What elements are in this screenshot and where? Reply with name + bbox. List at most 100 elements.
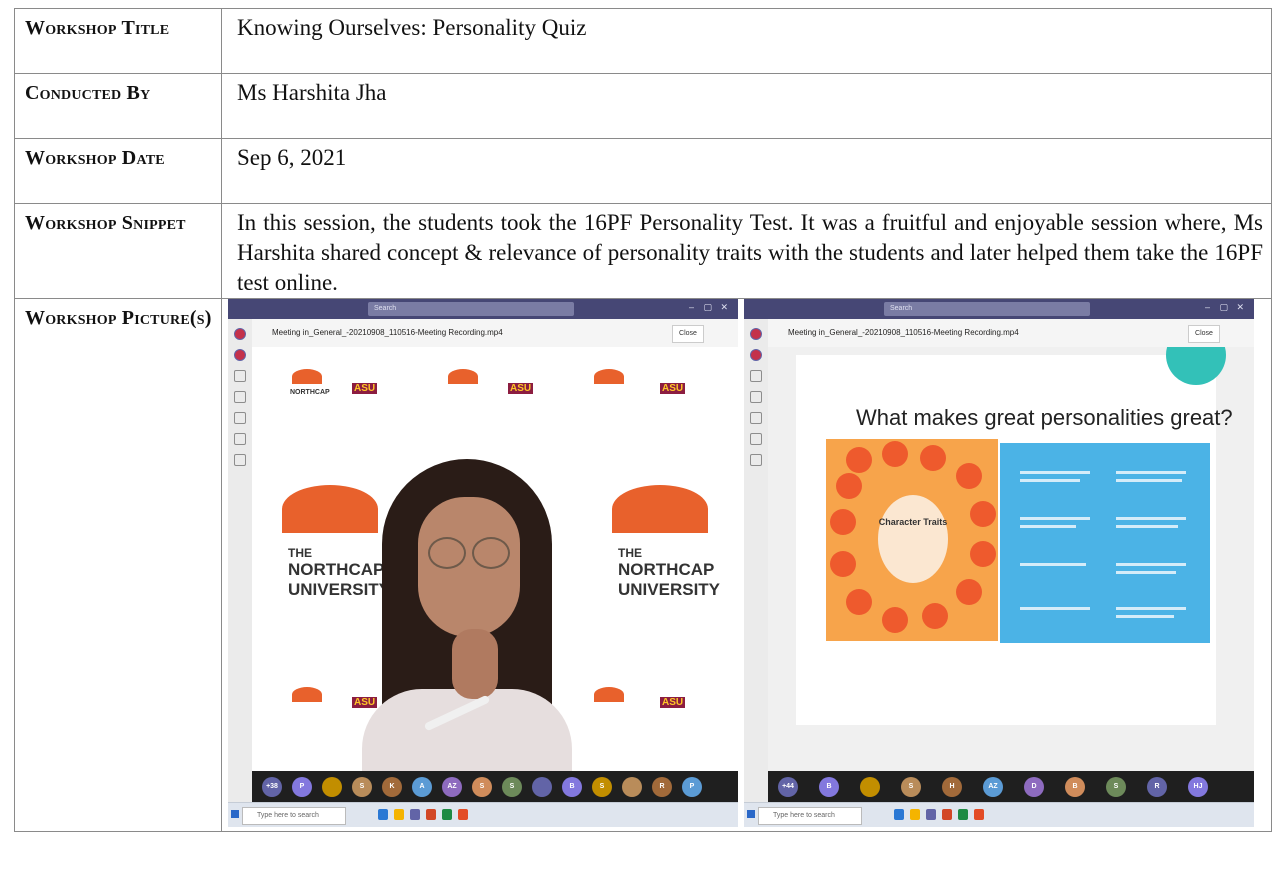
ncu-the: THE <box>618 546 642 560</box>
calendar-icon[interactable] <box>750 412 762 424</box>
chat-icon[interactable] <box>750 349 762 361</box>
teams-app-rail <box>744 319 768 803</box>
meeting-header: Meeting in_General_-20210908_110516-Meet… <box>768 319 1254 348</box>
value-workshop-title: Knowing Ourselves: Personality Quiz <box>221 8 1272 74</box>
slide: What makes great personalities great? Ch… <box>796 347 1233 725</box>
participant-avatar[interactable]: S <box>592 777 612 797</box>
participant-avatar[interactable]: S <box>472 777 492 797</box>
meeting-header: Meeting in_General_-20210908_110516-Meet… <box>252 319 738 348</box>
taskbar-search[interactable]: Type here to search <box>242 807 346 825</box>
ncu-logo-small <box>292 687 322 702</box>
windows-start-icon[interactable] <box>747 810 755 818</box>
edge-icon[interactable] <box>378 809 388 820</box>
participant-avatar[interactable]: AZ <box>983 777 1003 797</box>
close-window-icon[interactable]: ✕ <box>1236 302 1244 313</box>
participant-avatar[interactable]: D <box>1024 777 1044 797</box>
teams-taskbar-icon[interactable] <box>410 809 420 820</box>
traits-description-panel <box>1000 443 1210 643</box>
label-conducted-by: Conducted By <box>14 73 222 139</box>
activity-icon[interactable] <box>750 328 762 340</box>
windows-taskbar: Type here to search <box>228 802 738 827</box>
row-conducted-by: Conducted By Ms Harshita Jha <box>14 73 1272 139</box>
participants-bar: +38 P S K A AZ S S B S R P <box>252 771 738 803</box>
asu-logo-small: ASU <box>508 383 534 394</box>
chat-icon[interactable] <box>234 349 246 361</box>
ncu-logo-small <box>594 687 624 702</box>
participant-avatar[interactable]: S <box>901 777 921 797</box>
teams-icon[interactable] <box>234 370 246 382</box>
explorer-icon[interactable] <box>910 809 920 820</box>
teams-app-rail <box>228 319 252 803</box>
participant-avatar[interactable] <box>622 777 642 797</box>
minimize-icon[interactable]: – <box>689 302 694 312</box>
row-workshop-pictures: Workshop Picture(s) Search – ▢ ✕ Meeting… <box>14 298 1272 832</box>
taskbar-search[interactable]: Type here to search <box>758 807 862 825</box>
excel-icon[interactable] <box>442 809 452 820</box>
close-button[interactable]: Close <box>1188 325 1220 343</box>
chrome-icon[interactable] <box>974 809 984 820</box>
teams-search-box[interactable]: Search <box>368 302 574 316</box>
calls-icon[interactable] <box>750 433 762 445</box>
participant-avatar[interactable] <box>532 777 552 797</box>
powerpoint-icon[interactable] <box>426 809 436 820</box>
participant-avatar[interactable] <box>860 777 880 797</box>
participant-avatar[interactable]: P <box>682 777 702 797</box>
assignments-icon[interactable] <box>234 391 246 403</box>
teams-search-box[interactable]: Search <box>884 302 1090 316</box>
label-workshop-title: Workshop Title <box>14 8 222 74</box>
participant-avatar[interactable] <box>322 777 342 797</box>
teams-taskbar-icon[interactable] <box>926 809 936 820</box>
participant-avatar[interactable]: H <box>942 777 962 797</box>
teams-titlebar: Search – ▢ ✕ <box>228 299 738 319</box>
presenter-video <box>362 459 572 771</box>
close-button[interactable]: Close <box>672 325 704 343</box>
participant-avatar[interactable]: P <box>292 777 312 797</box>
windows-taskbar: Type here to search <box>744 802 1254 827</box>
activity-icon[interactable] <box>234 328 246 340</box>
ncu-northcap: NORTHCAP <box>618 560 715 579</box>
ncu-text-small: NORTHCAP <box>290 389 330 396</box>
ncu-logo-small <box>594 369 624 384</box>
participant-avatar[interactable]: R <box>1147 777 1167 797</box>
participant-avatar[interactable]: S <box>1106 777 1126 797</box>
participant-avatar[interactable]: +44 <box>778 777 798 797</box>
calls-icon[interactable] <box>234 433 246 445</box>
participant-avatar[interactable]: AZ <box>442 777 462 797</box>
participant-avatar[interactable]: K <box>382 777 402 797</box>
participant-avatar[interactable]: HJ <box>1188 777 1208 797</box>
meeting-title: Meeting in_General_-20210908_110516-Meet… <box>788 328 1019 337</box>
slide-stage: What makes great personalities great? Ch… <box>768 347 1254 771</box>
close-window-icon[interactable]: ✕ <box>720 302 728 313</box>
files-icon[interactable] <box>750 454 762 466</box>
character-traits-label: Character Traits <box>878 517 948 527</box>
calendar-icon[interactable] <box>234 412 246 424</box>
character-traits-panel: Character Traits <box>826 439 998 641</box>
ncu-logo-small <box>448 369 478 384</box>
explorer-icon[interactable] <box>394 809 404 820</box>
edge-icon[interactable] <box>894 809 904 820</box>
maximize-icon[interactable]: ▢ <box>1219 302 1228 313</box>
slide-title: What makes great personalities great? <box>856 405 1233 430</box>
minimize-icon[interactable]: – <box>1205 302 1210 312</box>
workshop-report-table: Workshop Title Knowing Ourselves: Person… <box>14 8 1272 832</box>
teams-titlebar: Search – ▢ ✕ <box>744 299 1254 319</box>
slide-accent-circle <box>1166 347 1226 385</box>
powerpoint-icon[interactable] <box>942 809 952 820</box>
participant-avatar[interactable]: A <box>412 777 432 797</box>
ncu-logo-small <box>292 369 322 384</box>
windows-start-icon[interactable] <box>231 810 239 818</box>
participant-avatar[interactable]: B <box>1065 777 1085 797</box>
assignments-icon[interactable] <box>750 391 762 403</box>
maximize-icon[interactable]: ▢ <box>703 302 712 313</box>
participant-avatar[interactable]: +38 <box>262 777 282 797</box>
files-icon[interactable] <box>234 454 246 466</box>
asu-logo-small: ASU <box>660 697 686 708</box>
participant-avatar[interactable]: S <box>502 777 522 797</box>
participant-avatar[interactable]: B <box>562 777 582 797</box>
chrome-icon[interactable] <box>458 809 468 820</box>
participant-avatar[interactable]: S <box>352 777 372 797</box>
participant-avatar[interactable]: B <box>819 777 839 797</box>
excel-icon[interactable] <box>958 809 968 820</box>
participant-avatar[interactable]: R <box>652 777 672 797</box>
teams-icon[interactable] <box>750 370 762 382</box>
